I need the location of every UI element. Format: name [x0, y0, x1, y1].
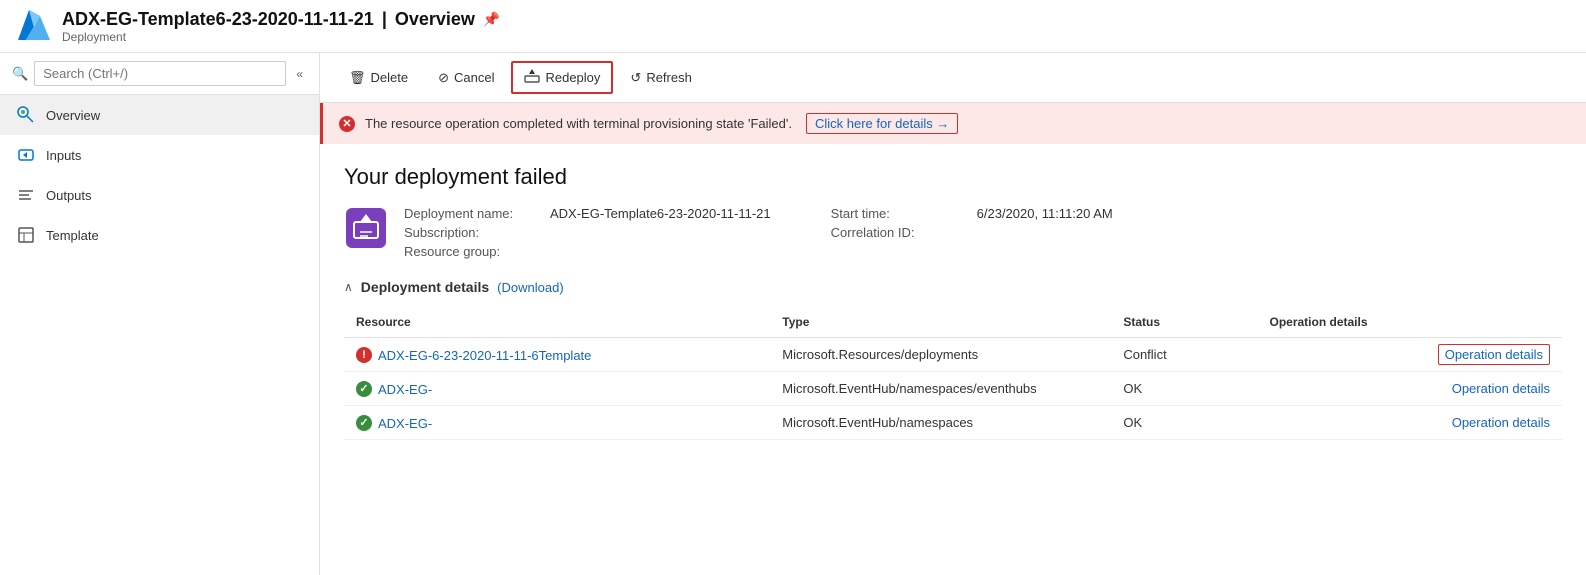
- table-cell-status: OK: [1111, 372, 1257, 406]
- starttime-label: Start time:: [831, 206, 971, 221]
- status-success-icon: ✓: [356, 381, 372, 397]
- alert-details-link[interactable]: Click here for details →: [806, 113, 958, 134]
- page-name: Overview: [395, 9, 475, 30]
- main-content: 🗑 Delete ⊘ Cancel Redeploy ↺ Refresh: [320, 53, 1586, 575]
- refresh-button[interactable]: ↺ Refresh: [617, 63, 704, 93]
- table-header-row: Resource Type Status Operation details: [344, 307, 1562, 338]
- resource-link[interactable]: ADX-EG-: [378, 416, 432, 431]
- deployment-info: Deployment name: ADX-EG-Template6-23-202…: [344, 206, 1562, 259]
- name-label: Deployment name:: [404, 206, 544, 221]
- cancel-icon: ⊘: [438, 70, 449, 86]
- outputs-icon: [16, 185, 36, 205]
- resource-link[interactable]: ADX-EG-: [378, 382, 432, 397]
- table-row: ! ADX-EG-6-23-2020-11-11-6Template Micro…: [344, 338, 1562, 372]
- table-cell-status: Conflict: [1111, 338, 1257, 372]
- col-header-status: Status: [1111, 307, 1257, 338]
- table-cell-opdetails: Operation details: [1257, 406, 1562, 440]
- chevron-icon[interactable]: ∧: [344, 280, 353, 294]
- redeploy-label: Redeploy: [545, 70, 600, 85]
- operation-details-link[interactable]: Operation details: [1438, 344, 1550, 365]
- sidebar-item-label: Overview: [46, 108, 100, 123]
- sidebar: 🔍 « Overview Inputs: [0, 53, 320, 575]
- sidebar-item-outputs[interactable]: Outputs: [0, 175, 319, 215]
- sidebar-item-label: Template: [46, 228, 99, 243]
- resource-link[interactable]: ADX-EG-6-23-2020-11-11-6Template: [378, 348, 591, 363]
- main-layout: 🔍 « Overview Inputs: [0, 53, 1586, 575]
- col-header-type: Type: [770, 307, 1111, 338]
- correlation-label: Correlation ID:: [831, 225, 971, 240]
- refresh-icon: ↺: [630, 70, 641, 86]
- alert-message: The resource operation completed with te…: [365, 116, 792, 131]
- detail-starttime-row: Start time: 6/23/2020, 11:11:20 AM: [831, 206, 1113, 221]
- starttime-value: 6/23/2020, 11:11:20 AM: [977, 206, 1113, 221]
- detail-rg-row: Resource group:: [404, 244, 771, 259]
- deployment-details: Deployment name: ADX-EG-Template6-23-202…: [404, 206, 1113, 259]
- section-title: Deployment details: [361, 279, 489, 295]
- section-header: ∧ Deployment details (Download): [344, 279, 1562, 295]
- refresh-label: Refresh: [646, 70, 692, 85]
- detail-col-right: Start time: 6/23/2020, 11:11:20 AM Corre…: [831, 206, 1113, 259]
- detail-subscription-row: Subscription:: [404, 225, 771, 240]
- deployment-table: Resource Type Status Operation details !…: [344, 307, 1562, 440]
- table-cell-opdetails: Operation details: [1257, 338, 1562, 372]
- operation-details-link[interactable]: Operation details: [1452, 381, 1550, 396]
- deployment-resource-icon: [344, 206, 388, 250]
- delete-icon: 🗑: [349, 70, 366, 86]
- header-title: ADX-EG-Template6-23-2020-11-11-21 | Over…: [62, 9, 500, 30]
- alert-banner: ✕ The resource operation completed with …: [320, 103, 1586, 144]
- detail-col-left: Deployment name: ADX-EG-Template6-23-202…: [404, 206, 771, 259]
- azure-logo: [16, 8, 52, 44]
- table-cell-type: Microsoft.Resources/deployments: [770, 338, 1111, 372]
- col-header-opdetails: Operation details: [1257, 307, 1562, 338]
- page-header: ADX-EG-Template6-23-2020-11-11-21 | Over…: [0, 0, 1586, 53]
- subscription-label: Subscription:: [404, 225, 544, 240]
- sidebar-item-template[interactable]: Template: [0, 215, 319, 255]
- toolbar: 🗑 Delete ⊘ Cancel Redeploy ↺ Refresh: [320, 53, 1586, 103]
- table-row: ✓ ADX-EG- Microsoft.EventHub/namespaces …: [344, 406, 1562, 440]
- table-row: ✓ ADX-EG- Microsoft.EventHub/namespaces/…: [344, 372, 1562, 406]
- search-bar: 🔍 «: [0, 53, 319, 95]
- detail-name-row: Deployment name: ADX-EG-Template6-23-202…: [404, 206, 771, 221]
- sidebar-item-label: Inputs: [46, 148, 81, 163]
- overview-icon: [16, 105, 36, 125]
- table-cell-resource: ! ADX-EG-6-23-2020-11-11-6Template: [344, 338, 770, 372]
- delete-label: Delete: [371, 70, 409, 85]
- operation-details-link[interactable]: Operation details: [1452, 415, 1550, 430]
- alert-icon: ✕: [339, 116, 355, 132]
- page-content: Your deployment failed Deployment: [320, 144, 1586, 460]
- table-cell-status: OK: [1111, 406, 1257, 440]
- sidebar-item-inputs[interactable]: Inputs: [0, 135, 319, 175]
- search-input[interactable]: [34, 61, 286, 86]
- status-success-icon: ✓: [356, 415, 372, 431]
- redeploy-button[interactable]: Redeploy: [511, 61, 613, 94]
- delete-button[interactable]: 🗑 Delete: [336, 63, 421, 93]
- table-cell-type: Microsoft.EventHub/namespaces: [770, 406, 1111, 440]
- table-cell-resource: ✓ ADX-EG-: [344, 406, 770, 440]
- cancel-button[interactable]: ⊘ Cancel: [425, 63, 507, 93]
- page-heading: Your deployment failed: [344, 164, 1562, 190]
- detail-correlation-row: Correlation ID:: [831, 225, 1113, 240]
- sidebar-item-label: Outputs: [46, 188, 92, 203]
- resource-name: ADX-EG-Template6-23-2020-11-11-21: [62, 9, 374, 30]
- header-subtitle: Deployment: [62, 30, 500, 44]
- inputs-icon: [16, 145, 36, 165]
- pin-icon[interactable]: 📌: [483, 11, 500, 28]
- status-error-icon: !: [356, 347, 372, 363]
- table-cell-type: Microsoft.EventHub/namespaces/eventhubs: [770, 372, 1111, 406]
- title-divider: |: [382, 9, 387, 30]
- sidebar-item-overview[interactable]: Overview: [0, 95, 319, 135]
- collapse-button[interactable]: «: [292, 65, 307, 83]
- table-cell-opdetails: Operation details: [1257, 372, 1562, 406]
- search-icon: 🔍: [12, 66, 28, 82]
- col-header-resource: Resource: [344, 307, 770, 338]
- download-link[interactable]: (Download): [497, 280, 563, 295]
- rg-label: Resource group:: [404, 244, 544, 259]
- table-cell-resource: ✓ ADX-EG-: [344, 372, 770, 406]
- header-title-group: ADX-EG-Template6-23-2020-11-11-21 | Over…: [62, 9, 500, 44]
- template-icon: [16, 225, 36, 245]
- name-value: ADX-EG-Template6-23-2020-11-11-21: [550, 206, 771, 221]
- cancel-label: Cancel: [454, 70, 494, 85]
- redeploy-icon: [524, 68, 540, 87]
